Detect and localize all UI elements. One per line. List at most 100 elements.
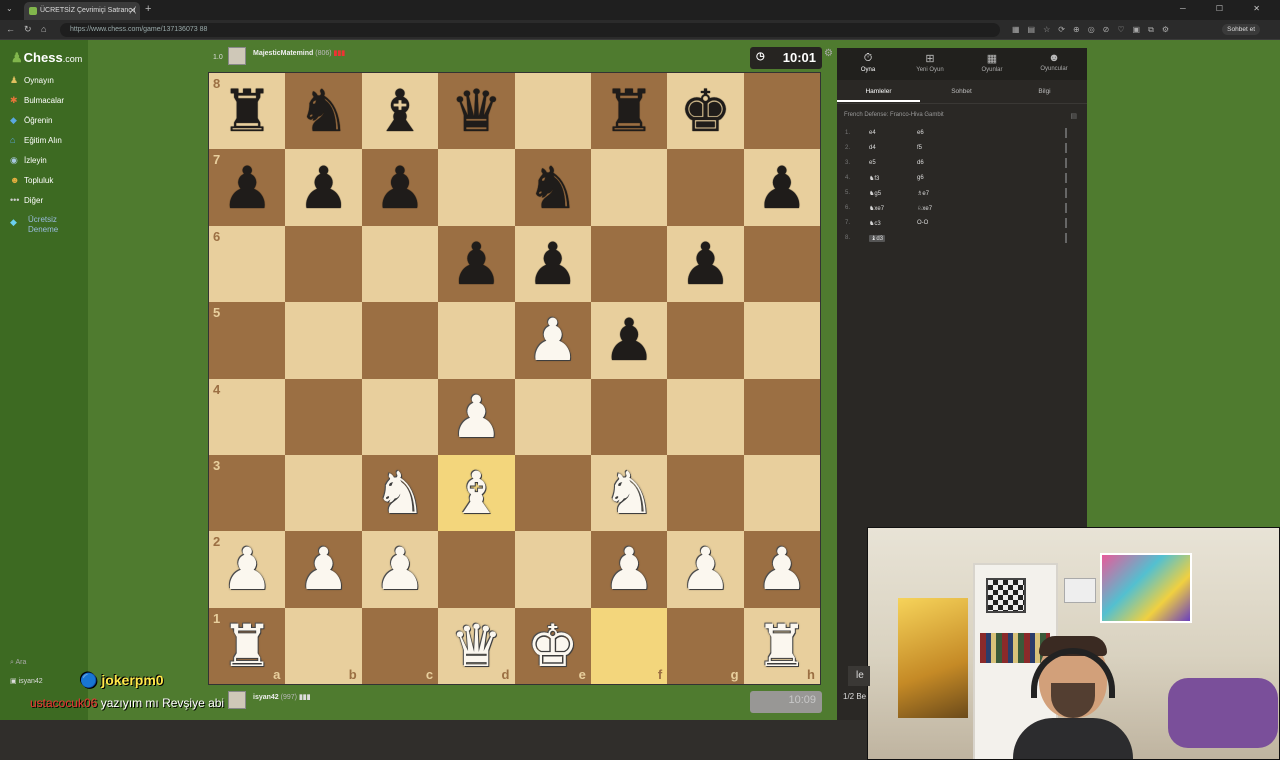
white-move[interactable]: e5 bbox=[869, 160, 876, 166]
white-pawn-icon[interactable]: ♟ bbox=[374, 540, 426, 598]
square-a4[interactable]: 4 bbox=[209, 378, 286, 455]
square-e8[interactable] bbox=[514, 73, 591, 150]
white-knight-icon[interactable]: ♞ bbox=[603, 464, 655, 522]
tab-players[interactable]: ☻ Oyuncular bbox=[1023, 52, 1085, 72]
square-f4[interactable] bbox=[590, 378, 668, 455]
square-f1[interactable]: f bbox=[590, 607, 668, 684]
square-b1[interactable]: b bbox=[285, 607, 362, 684]
square-c6[interactable] bbox=[361, 225, 439, 303]
white-pawn-icon[interactable]: ♟ bbox=[527, 311, 579, 369]
white-knight-icon[interactable]: ♞ bbox=[374, 464, 426, 522]
sidebar-item-watch[interactable]: ◉ İzleyin bbox=[10, 155, 47, 171]
top-player-name[interactable]: MajesticMatemind (806) ▮▮▮ bbox=[253, 49, 345, 57]
sidebar-item-community[interactable]: ☻ Topluluk bbox=[10, 175, 53, 191]
white-king-icon[interactable]: ♚ bbox=[527, 617, 579, 675]
square-g4[interactable] bbox=[667, 378, 744, 455]
white-rook-icon[interactable]: ♜ bbox=[221, 617, 273, 675]
browser-tab[interactable]: ÜCRETSİZ Çevrimiçi Satranç ( ✕ bbox=[24, 2, 140, 20]
white-pawn-icon[interactable]: ♟ bbox=[221, 540, 273, 598]
black-pawn-icon[interactable]: ♟ bbox=[450, 235, 502, 293]
square-e1[interactable]: ♚ e bbox=[514, 607, 591, 684]
square-g8[interactable]: ♚ bbox=[667, 73, 744, 150]
black-move[interactable]: d6 bbox=[917, 160, 924, 166]
square-c7[interactable]: ♟ bbox=[361, 149, 439, 226]
square-b8[interactable]: ♞ bbox=[285, 73, 362, 150]
tab-games[interactable]: ▦ Oyunlar bbox=[961, 52, 1023, 73]
square-h7[interactable]: ♟ bbox=[743, 149, 820, 226]
sidebar-search[interactable]: ⌕ Ara bbox=[10, 659, 26, 667]
square-g2[interactable]: ♟ bbox=[667, 531, 744, 608]
square-g1[interactable]: g bbox=[667, 607, 744, 684]
square-e6[interactable]: ♟ bbox=[514, 225, 591, 303]
square-d3[interactable]: ♝ bbox=[438, 454, 515, 532]
url-field[interactable]: https://www.chess.com/game/137136073 88 bbox=[60, 23, 1000, 37]
black-move[interactable]: ♘xe7 bbox=[917, 205, 932, 212]
square-a6[interactable]: 6 bbox=[209, 225, 286, 303]
square-h3[interactable] bbox=[743, 454, 820, 532]
sidebar-item-play[interactable]: ♟ Oynayın bbox=[10, 75, 54, 91]
black-king-icon[interactable]: ♚ bbox=[679, 82, 731, 140]
sidebar-item-puzzles[interactable]: ✱ Bulmacalar bbox=[10, 95, 64, 111]
white-pawn-icon[interactable]: ♟ bbox=[450, 388, 502, 446]
square-h4[interactable] bbox=[743, 378, 820, 455]
tab-new-game[interactable]: ⊞ Yeni Oyun bbox=[899, 52, 961, 73]
black-pawn-icon[interactable]: ♟ bbox=[221, 159, 273, 217]
black-pawn-icon[interactable]: ♟ bbox=[603, 311, 655, 369]
white-pawn-icon[interactable]: ♟ bbox=[298, 540, 350, 598]
white-rook-icon[interactable]: ♜ bbox=[756, 617, 808, 675]
black-pawn-icon[interactable]: ♟ bbox=[374, 159, 426, 217]
square-e5[interactable]: ♟ bbox=[514, 302, 591, 379]
white-move[interactable]: e4 bbox=[869, 130, 876, 136]
square-h8[interactable] bbox=[743, 73, 820, 150]
reload-icon[interactable]: ↻ bbox=[24, 24, 32, 35]
book-icon[interactable]: ▤ bbox=[1070, 112, 1077, 120]
black-rook-icon[interactable]: ♜ bbox=[221, 82, 273, 140]
square-a2[interactable]: ♟ 2 bbox=[209, 531, 286, 608]
black-move[interactable]: O-O bbox=[917, 220, 928, 226]
new-tab-icon[interactable]: + bbox=[145, 3, 151, 15]
panel-footer-button[interactable]: le bbox=[848, 666, 870, 686]
square-a7[interactable]: ♟ 7 bbox=[209, 149, 286, 226]
back-icon[interactable]: ← bbox=[6, 24, 15, 34]
black-pawn-icon[interactable]: ♟ bbox=[679, 235, 731, 293]
square-g3[interactable] bbox=[667, 454, 744, 532]
window-controls[interactable]: ─ ☐ ✕ bbox=[1180, 4, 1274, 13]
square-c2[interactable]: ♟ bbox=[361, 531, 439, 608]
square-h2[interactable]: ♟ bbox=[743, 531, 820, 608]
white-move[interactable]: ♞xe7 bbox=[869, 205, 884, 212]
chess-logo[interactable]: ♟Chess.com bbox=[11, 50, 82, 66]
bottom-player-name[interactable]: isyan42 (997) ▮▮▮ bbox=[253, 693, 311, 701]
black-knight-icon[interactable]: ♞ bbox=[298, 82, 350, 140]
square-f6[interactable] bbox=[590, 225, 668, 303]
square-d2[interactable] bbox=[438, 531, 515, 608]
white-move[interactable]: ♝d3 bbox=[869, 235, 886, 242]
square-b5[interactable] bbox=[285, 302, 362, 379]
square-h5[interactable] bbox=[743, 302, 820, 379]
square-a8[interactable]: ♜ 8 bbox=[209, 73, 286, 150]
square-a1[interactable]: ♜ 1 a bbox=[209, 607, 286, 684]
top-player-avatar[interactable] bbox=[228, 47, 246, 65]
tab-play[interactable]: ⏱ Oyna bbox=[837, 52, 899, 73]
black-pawn-icon[interactable]: ♟ bbox=[298, 159, 350, 217]
chess-board[interactable]: ♜ 8 ♞ ♝ ♛ ♜ ♚ ♟ 7 ♟ ♟ ♞ ♟ 6 ♟ ♟ ♟ 5 ♟ ♟ 4 ♟ 3 ♞ ♝ ♞ ♟ 2 ♟ ♟ ♟ ♟ ♟ ♜ 1 a b c ♛ d… bbox=[208, 72, 821, 685]
square-b3[interactable] bbox=[285, 454, 362, 532]
black-queen-icon[interactable]: ♛ bbox=[450, 82, 502, 140]
profile-chat-button[interactable]: Sohbet et bbox=[1222, 24, 1260, 35]
square-f3[interactable]: ♞ bbox=[590, 454, 668, 532]
square-e7[interactable]: ♞ bbox=[514, 149, 591, 226]
square-f2[interactable]: ♟ bbox=[590, 531, 668, 608]
home-icon[interactable]: ⌂ bbox=[41, 24, 46, 34]
white-pawn-icon[interactable]: ♟ bbox=[756, 540, 808, 598]
sidebar-item-free-trial[interactable]: ◆ Ücretsiz Deneme bbox=[10, 215, 80, 234]
white-pawn-icon[interactable]: ♟ bbox=[603, 540, 655, 598]
square-d5[interactable] bbox=[438, 302, 515, 379]
tab-menu-icon[interactable]: ⌄ bbox=[6, 4, 13, 13]
subtab-moves[interactable]: Hamleler bbox=[837, 88, 920, 102]
square-e3[interactable] bbox=[514, 454, 591, 532]
sidebar-item-training[interactable]: ⌂ Eğitim Alın bbox=[10, 135, 62, 151]
square-h1[interactable]: ♜ h bbox=[743, 607, 820, 684]
square-e4[interactable] bbox=[514, 378, 591, 455]
black-move[interactable]: e6 bbox=[917, 130, 924, 136]
close-tab-icon[interactable]: ✕ bbox=[129, 6, 136, 15]
square-b4[interactable] bbox=[285, 378, 362, 455]
